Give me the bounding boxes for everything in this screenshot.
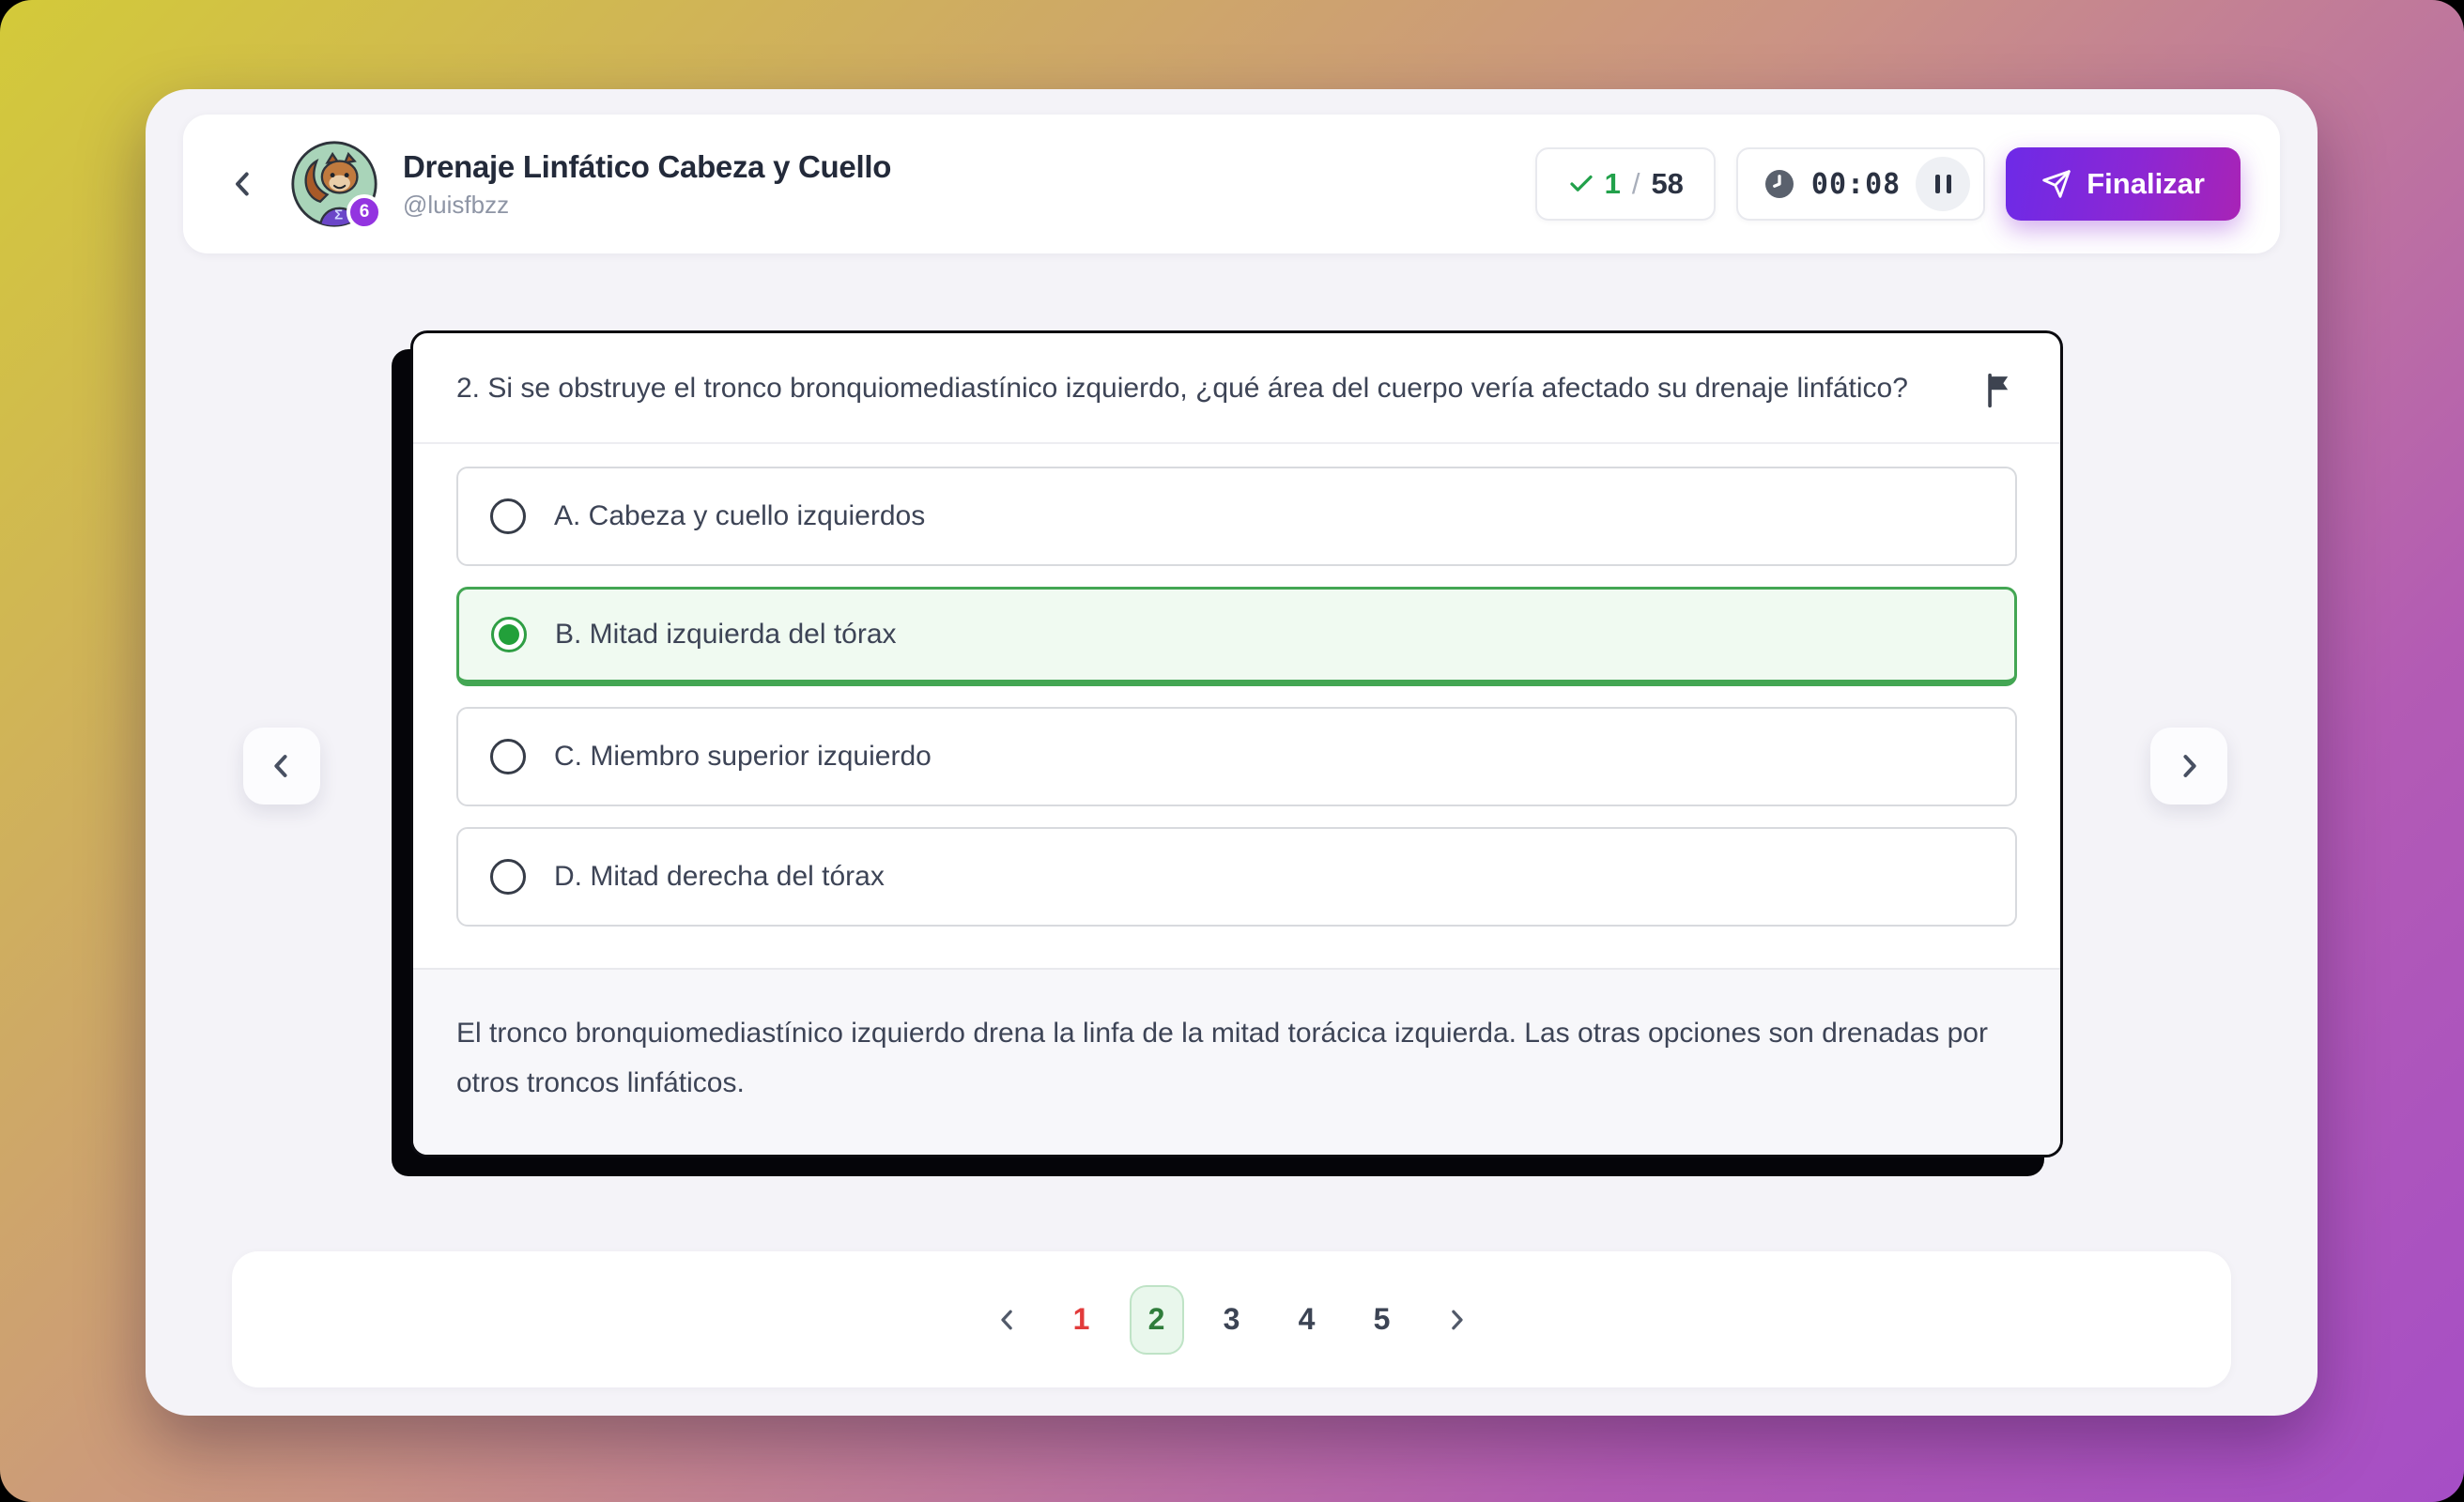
send-icon: [2041, 169, 2071, 199]
flag-question-button[interactable]: [1979, 365, 2019, 416]
score-total: 58: [1651, 167, 1683, 201]
quiz-author: @luisfbzz: [403, 191, 891, 220]
option-a[interactable]: A. Cabeza y cuello izquierdos: [456, 467, 2017, 566]
chevron-left-icon: [266, 750, 298, 782]
score-separator: /: [1630, 167, 1642, 201]
question-text: 2. Si se obstruye el tronco bronquiomedi…: [456, 365, 1979, 412]
finish-button-label: Finalizar: [2087, 167, 2205, 201]
page-3-button[interactable]: 3: [1205, 1285, 1259, 1355]
check-icon: [1567, 170, 1595, 198]
chevron-left-icon: [226, 167, 260, 201]
question-header: 2. Si se obstruye el tronco bronquiomedi…: [413, 333, 2060, 442]
question-card: 2. Si se obstruye el tronco bronquiomedi…: [410, 330, 2063, 1157]
pause-icon: [1935, 175, 1940, 193]
pagination-next-button[interactable]: [1430, 1294, 1483, 1346]
avatar: Σ 6: [290, 140, 378, 228]
page-4-button[interactable]: 4: [1280, 1285, 1334, 1355]
option-c[interactable]: C. Miembro superior izquierdo: [456, 707, 2017, 806]
page-5-button[interactable]: 5: [1355, 1285, 1409, 1355]
next-question-button[interactable]: [2150, 728, 2227, 805]
option-b-selected[interactable]: B. Mitad izquierda del tórax: [456, 587, 2017, 686]
chevron-left-icon: [993, 1306, 1022, 1334]
previous-question-button[interactable]: [243, 728, 320, 805]
header-titles: Drenaje Linfático Cabeza y Cuello @luisf…: [403, 149, 891, 220]
page-1-button[interactable]: 1: [1055, 1285, 1109, 1355]
back-button[interactable]: [223, 163, 264, 205]
radio-unselected-icon: [490, 859, 526, 895]
option-label: C. Miembro superior izquierdo: [554, 741, 932, 773]
flag-icon: [1983, 373, 2015, 408]
radio-selected-icon: [491, 617, 527, 652]
app-background: Σ 6 Drenaje Linfático Cabeza y Cuello @l…: [0, 0, 2464, 1502]
score-badge: 1 / 58: [1535, 147, 1716, 221]
quiz-app-window: Σ 6 Drenaje Linfático Cabeza y Cuello @l…: [146, 89, 2318, 1416]
finish-button[interactable]: Finalizar: [2006, 147, 2241, 221]
level-badge: 6: [346, 194, 382, 230]
header-bar: Σ 6 Drenaje Linfático Cabeza y Cuello @l…: [183, 115, 2280, 253]
timer-widget: 00:08: [1736, 147, 1985, 221]
option-label: D. Mitad derecha del tórax: [554, 861, 885, 893]
pause-button[interactable]: [1916, 157, 1970, 211]
chevron-right-icon: [1442, 1306, 1471, 1334]
chevron-right-icon: [2173, 750, 2205, 782]
pagination-prev-button[interactable]: [981, 1294, 1034, 1346]
pagination-bar: 1 2 3 4 5: [232, 1251, 2231, 1387]
quiz-title: Drenaje Linfático Cabeza y Cuello: [403, 149, 891, 185]
option-label: B. Mitad izquierda del tórax: [555, 619, 897, 651]
option-label: A. Cabeza y cuello izquierdos: [554, 500, 925, 532]
score-current: 1: [1605, 167, 1621, 201]
radio-unselected-icon: [490, 498, 526, 534]
svg-text:Σ: Σ: [334, 207, 343, 223]
answer-options: A. Cabeza y cuello izquierdos B. Mitad i…: [413, 444, 2060, 968]
answer-explanation: El tronco bronquiomediastínico izquierdo…: [413, 968, 2060, 1155]
clock-icon: [1763, 167, 1796, 201]
timer-value: 00:08: [1811, 168, 1901, 201]
page-2-button-active[interactable]: 2: [1130, 1285, 1184, 1355]
option-d[interactable]: D. Mitad derecha del tórax: [456, 827, 2017, 927]
radio-unselected-icon: [490, 739, 526, 774]
